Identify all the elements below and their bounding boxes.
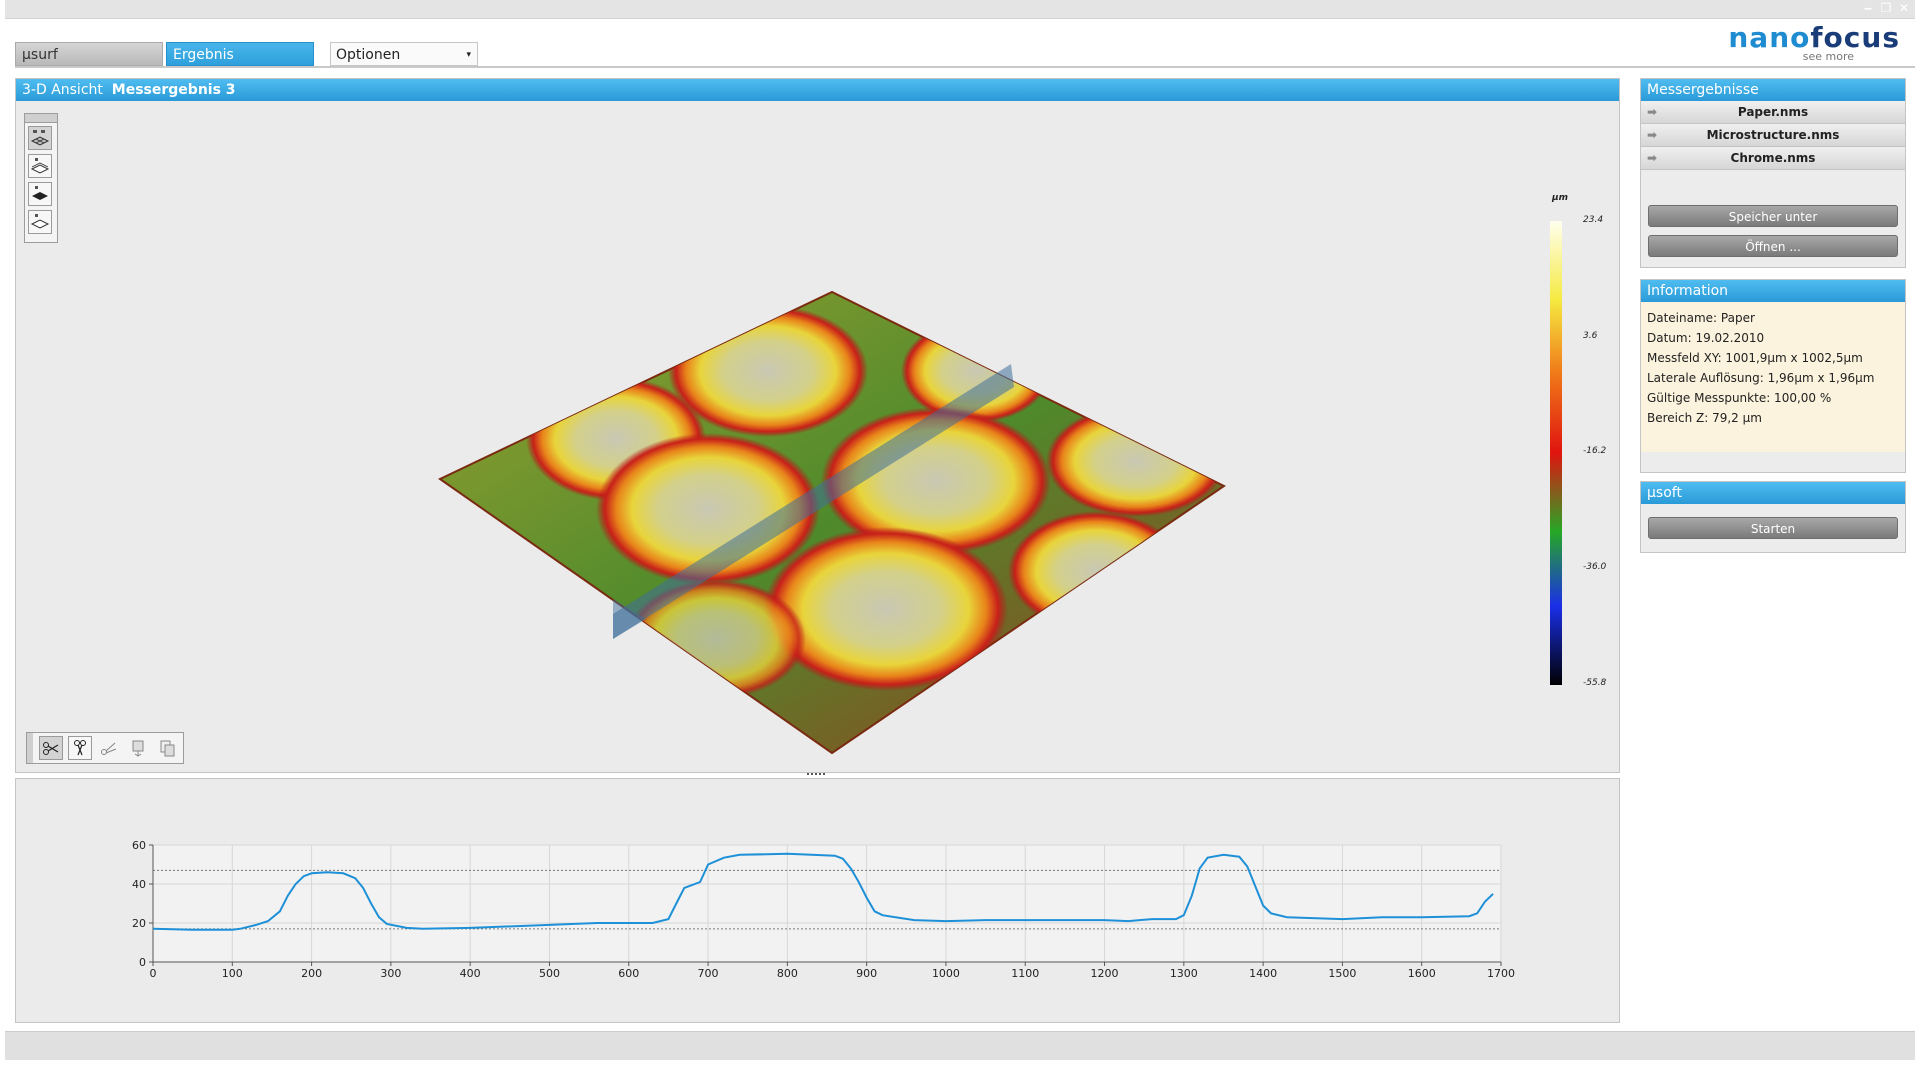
view-3d-label: 3-D Ansicht: [22, 82, 103, 98]
open-button[interactable]: Öffnen ...: [1648, 235, 1898, 257]
x-tick-label: 0: [150, 967, 157, 980]
profile-tool-strip: [26, 732, 184, 764]
result-file-name: Paper.nms: [1737, 105, 1809, 119]
minimize-icon[interactable]: ‒: [1861, 1, 1875, 15]
start-button[interactable]: Starten: [1648, 517, 1898, 539]
x-tick-label: 1200: [1091, 967, 1119, 980]
x-tick-label: 900: [856, 967, 877, 980]
colorbar-tick-label: 23.4: [1583, 215, 1604, 225]
info-line: Bereich Z: 79,2 µm: [1647, 411, 1762, 425]
x-tick-label: 1600: [1408, 967, 1436, 980]
x-tick-label: 1500: [1328, 967, 1356, 980]
colorbar: [1550, 221, 1562, 685]
y-tick-label: 40: [132, 878, 146, 891]
info-line: Messfeld XY: 1001,9µm x 1002,5µm: [1647, 351, 1863, 365]
result-file-item[interactable]: ➡ Paper.nms: [1641, 101, 1905, 124]
nanofocus-logo: nanofocus see more: [1728, 21, 1900, 64]
usoft-header: µsoft: [1641, 482, 1905, 504]
x-tick-label: 100: [222, 967, 243, 980]
surface-wireframe-icon[interactable]: [28, 154, 52, 178]
plot-area: [153, 845, 1501, 962]
info-line: Datum: 19.02.2010: [1647, 331, 1765, 345]
x-tick-label: 800: [777, 967, 798, 980]
logo-text-part1: nano: [1728, 21, 1811, 54]
colorbar-tick-label: -55.8: [1583, 678, 1607, 688]
tab-strip-divider: [15, 66, 1915, 68]
surface-outline-icon[interactable]: [28, 210, 52, 234]
x-tick-label: 1000: [932, 967, 960, 980]
surface-mesh-icon[interactable]: [28, 126, 52, 150]
restore-icon[interactable]: ❐: [1879, 1, 1893, 15]
colorbar-tick-label: -16.2: [1583, 446, 1607, 456]
profile-chart-panel: 0 100 200 300 400 500 600 700 800 900 1000 1100 1200…: [15, 778, 1620, 1023]
y-tick-label: 0: [139, 956, 146, 969]
info-line: Laterale Auflösung: 1,96µm x 1,96µm: [1647, 371, 1875, 385]
information-panel: Information Dateiname: Paper Datum: 19.0…: [1640, 279, 1906, 473]
info-line: Dateiname: Paper: [1647, 311, 1755, 325]
copy-icon[interactable]: [155, 736, 179, 760]
export-icon[interactable]: [126, 736, 150, 760]
colorbar-unit: µm: [1552, 193, 1569, 203]
options-dropdown[interactable]: Optionen ▾: [330, 42, 478, 66]
x-tick-label: 1400: [1249, 967, 1277, 980]
arrow-right-icon: ➡: [1647, 128, 1658, 142]
information-header: Information: [1641, 280, 1905, 302]
results-header: Messergebnisse: [1641, 79, 1905, 101]
y-tick-label: 20: [132, 917, 146, 930]
result-file-item[interactable]: ➡ Chrome.nms: [1641, 147, 1905, 170]
information-body: Dateiname: Paper Datum: 19.02.2010 Messf…: [1641, 302, 1905, 452]
cut-tool-icon[interactable]: [39, 736, 63, 760]
colorbar-tick-label: 3.6: [1583, 331, 1598, 341]
colorbar-tick-label: -36.0: [1583, 562, 1607, 572]
x-tick-label: 500: [539, 967, 560, 980]
chevron-down-icon: ▾: [466, 50, 471, 60]
result-file-name: Chrome.nms: [1730, 151, 1816, 165]
info-line: Gültige Messpunkte: 100,00 %: [1647, 391, 1832, 405]
view-3d-header: 3-D Ansicht Messergebnis 3: [16, 79, 1619, 101]
x-tick-label: 700: [698, 967, 719, 980]
cut-profile-icon[interactable]: [68, 736, 92, 760]
surface-filled-icon[interactable]: [28, 182, 52, 206]
options-dropdown-label: Optionen: [336, 47, 401, 63]
status-bar: [5, 1031, 1915, 1060]
toolbar-grip[interactable]: [25, 114, 57, 123]
cut-angle-icon[interactable]: [97, 736, 121, 760]
arrow-right-icon: ➡: [1647, 105, 1658, 119]
save-as-button[interactable]: Speicher unter: [1648, 205, 1898, 227]
tab-usurf[interactable]: µsurf: [15, 42, 163, 66]
x-tick-label: 1700: [1487, 967, 1515, 980]
profile-chart: 0 100 200 300 400 500 600 700 800 900 1000 1100 1200…: [132, 839, 1515, 980]
tab-ergebnis[interactable]: Ergebnis: [166, 42, 314, 66]
result-file-item[interactable]: ➡ Microstructure.nms: [1641, 124, 1905, 147]
window-title-bar: ‒ ❐ ✕: [5, 0, 1915, 19]
view-mode-toolbar: [24, 113, 58, 243]
usoft-panel: µsoft Starten: [1640, 481, 1906, 553]
x-tick-label: 1300: [1170, 967, 1198, 980]
toolbar-grip[interactable]: [27, 733, 33, 763]
arrow-right-icon: ➡: [1647, 151, 1658, 165]
surface-3d-render[interactable]: [416, 199, 1236, 759]
x-tick-label: 400: [460, 967, 481, 980]
results-panel: Messergebnisse ➡ Paper.nms ➡ Microstruct…: [1640, 78, 1906, 268]
x-tick-label: 200: [301, 967, 322, 980]
view-3d-panel: 3-D Ansicht Messergebnis 3 µm 23.4 3.6 -…: [15, 78, 1620, 773]
view-3d-title: Messergebnis 3: [111, 82, 236, 98]
x-tick-label: 600: [618, 967, 639, 980]
close-icon[interactable]: ✕: [1897, 1, 1911, 15]
y-tick-label: 60: [132, 839, 146, 852]
x-tick-label: 1100: [1011, 967, 1039, 980]
result-file-name: Microstructure.nms: [1706, 128, 1840, 142]
x-tick-label: 300: [380, 967, 401, 980]
